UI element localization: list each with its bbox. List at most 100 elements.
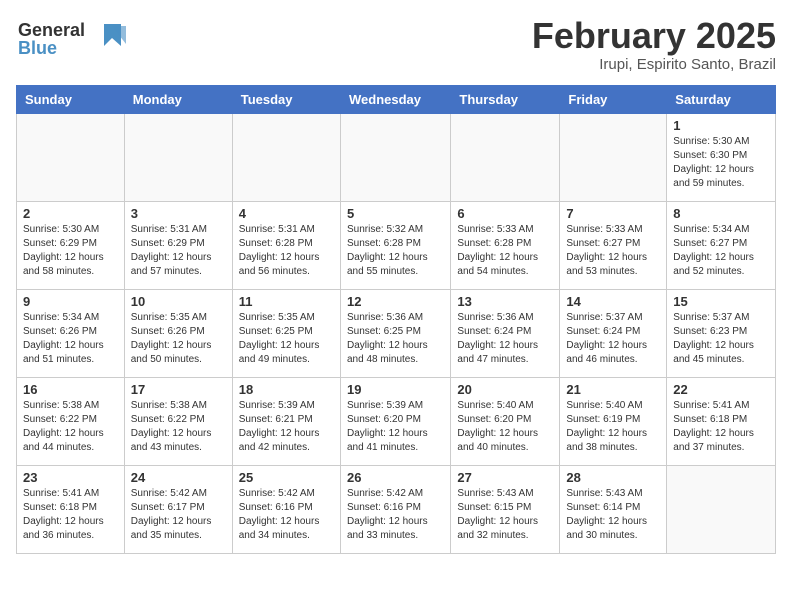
day-cell: 8 Sunrise: 5:34 AM Sunset: 6:27 PM Daylig… [667, 201, 776, 289]
title-block: February 2025 Irupi, Espirito Santo, Bra… [532, 16, 776, 73]
day-cell: 11 Sunrise: 5:35 AM Sunset: 6:25 PM Dayli… [232, 289, 340, 377]
day-header-wednesday: Wednesday [340, 85, 450, 113]
day-number: 12 [347, 294, 444, 309]
day-cell: 26 Sunrise: 5:42 AM Sunset: 6:16 PM Dayli… [340, 465, 450, 553]
calendar-title: February 2025 [532, 16, 776, 56]
day-cell: 27 Sunrise: 5:43 AM Sunset: 6:15 PM Dayli… [451, 465, 560, 553]
day-number: 24 [131, 470, 226, 485]
day-header-tuesday: Tuesday [232, 85, 340, 113]
day-number: 14 [566, 294, 660, 309]
day-cell [451, 113, 560, 201]
logo-block: General Blue [16, 16, 136, 65]
day-number: 18 [239, 382, 334, 397]
day-cell: 6Sunrise: 5:33 AM Sunset: 6:28 PM Daylig… [451, 201, 560, 289]
day-info: Sunrise: 5:38 AM Sunset: 6:22 PM Dayligh… [23, 399, 118, 455]
day-cell: 23 Sunrise: 5:41 AM Sunset: 6:18 PM Dayli… [17, 465, 125, 553]
day-cell: 17 Sunrise: 5:38 AM Sunset: 6:22 PM Dayli… [124, 377, 232, 465]
page: General Blue February 2025 Irupi, Espiri… [0, 0, 792, 570]
calendar-table: SundayMondayTuesdayWednesdayThursdayFrid… [16, 85, 776, 554]
day-number: 28 [566, 470, 660, 485]
day-info: Sunrise: 5:32 AM Sunset: 6:28 PM Dayligh… [347, 223, 444, 279]
day-number: 10 [131, 294, 226, 309]
day-cell: 3 Sunrise: 5:31 AM Sunset: 6:29 PM Daylig… [124, 201, 232, 289]
header-row: SundayMondayTuesdayWednesdayThursdayFrid… [17, 85, 776, 113]
day-number: 8 [673, 206, 769, 221]
day-info: Sunrise: 5:36 AM Sunset: 6:25 PM Dayligh… [347, 311, 444, 367]
day-number: 22 [673, 382, 769, 397]
day-info: Sunrise: 5:43 AM Sunset: 6:15 PM Dayligh… [457, 487, 553, 543]
day-header-thursday: Thursday [451, 85, 560, 113]
day-number: 5 [347, 206, 444, 221]
day-info: Sunrise: 5:30 AM Sunset: 6:29 PM Dayligh… [23, 223, 118, 279]
day-number: 7 [566, 206, 660, 221]
day-number: 23 [23, 470, 118, 485]
day-info: Sunrise: 5:31 AM Sunset: 6:29 PM Dayligh… [131, 223, 226, 279]
week-row-3: 16 Sunrise: 5:38 AM Sunset: 6:22 PM Dayli… [17, 377, 776, 465]
day-cell: 5 Sunrise: 5:32 AM Sunset: 6:28 PM Daylig… [340, 201, 450, 289]
day-header-friday: Friday [560, 85, 667, 113]
calendar-subtitle: Irupi, Espirito Santo, Brazil [532, 56, 776, 73]
day-cell: 25Sunrise: 5:42 AM Sunset: 6:16 PM Dayli… [232, 465, 340, 553]
day-number: 17 [131, 382, 226, 397]
day-cell [340, 113, 450, 201]
svg-text:Blue: Blue [18, 38, 57, 58]
day-info: Sunrise: 5:35 AM Sunset: 6:26 PM Dayligh… [131, 311, 226, 367]
day-cell: 1Sunrise: 5:30 AM Sunset: 6:30 PM Daylig… [667, 113, 776, 201]
day-info: Sunrise: 5:42 AM Sunset: 6:16 PM Dayligh… [347, 487, 444, 543]
day-cell: 9 Sunrise: 5:34 AM Sunset: 6:26 PM Daylig… [17, 289, 125, 377]
header: General Blue February 2025 Irupi, Espiri… [16, 16, 776, 73]
day-number: 4 [239, 206, 334, 221]
day-number: 13 [457, 294, 553, 309]
day-info: Sunrise: 5:30 AM Sunset: 6:30 PM Dayligh… [673, 135, 769, 191]
day-cell [560, 113, 667, 201]
day-number: 21 [566, 382, 660, 397]
day-cell [17, 113, 125, 201]
day-info: Sunrise: 5:35 AM Sunset: 6:25 PM Dayligh… [239, 311, 334, 367]
day-number: 27 [457, 470, 553, 485]
day-info: Sunrise: 5:39 AM Sunset: 6:20 PM Dayligh… [347, 399, 444, 455]
day-cell: 18 Sunrise: 5:39 AM Sunset: 6:21 PM Dayli… [232, 377, 340, 465]
day-cell: 15 Sunrise: 5:37 AM Sunset: 6:23 PM Dayli… [667, 289, 776, 377]
day-info: Sunrise: 5:36 AM Sunset: 6:24 PM Dayligh… [457, 311, 553, 367]
day-cell: 12 Sunrise: 5:36 AM Sunset: 6:25 PM Dayli… [340, 289, 450, 377]
day-number: 3 [131, 206, 226, 221]
day-number: 16 [23, 382, 118, 397]
day-info: Sunrise: 5:37 AM Sunset: 6:24 PM Dayligh… [566, 311, 660, 367]
day-cell: 4 Sunrise: 5:31 AM Sunset: 6:28 PM Daylig… [232, 201, 340, 289]
week-row-0: 1Sunrise: 5:30 AM Sunset: 6:30 PM Daylig… [17, 113, 776, 201]
logo: General Blue [16, 16, 136, 65]
day-cell: 22Sunrise: 5:41 AM Sunset: 6:18 PM Dayli… [667, 377, 776, 465]
day-number: 19 [347, 382, 444, 397]
day-cell: 16 Sunrise: 5:38 AM Sunset: 6:22 PM Dayli… [17, 377, 125, 465]
day-info: Sunrise: 5:31 AM Sunset: 6:28 PM Dayligh… [239, 223, 334, 279]
day-info: Sunrise: 5:33 AM Sunset: 6:27 PM Dayligh… [566, 223, 660, 279]
week-row-1: 2Sunrise: 5:30 AM Sunset: 6:29 PM Daylig… [17, 201, 776, 289]
day-info: Sunrise: 5:34 AM Sunset: 6:27 PM Dayligh… [673, 223, 769, 279]
day-cell: 7 Sunrise: 5:33 AM Sunset: 6:27 PM Daylig… [560, 201, 667, 289]
day-cell: 14 Sunrise: 5:37 AM Sunset: 6:24 PM Dayli… [560, 289, 667, 377]
day-number: 15 [673, 294, 769, 309]
day-info: Sunrise: 5:40 AM Sunset: 6:19 PM Dayligh… [566, 399, 660, 455]
day-number: 11 [239, 294, 334, 309]
day-cell [232, 113, 340, 201]
day-header-sunday: Sunday [17, 85, 125, 113]
day-cell [124, 113, 232, 201]
day-info: Sunrise: 5:37 AM Sunset: 6:23 PM Dayligh… [673, 311, 769, 367]
svg-text:General: General [18, 20, 85, 40]
day-info: Sunrise: 5:41 AM Sunset: 6:18 PM Dayligh… [23, 487, 118, 543]
day-cell: 21 Sunrise: 5:40 AM Sunset: 6:19 PM Dayli… [560, 377, 667, 465]
day-cell: 13 Sunrise: 5:36 AM Sunset: 6:24 PM Dayli… [451, 289, 560, 377]
day-info: Sunrise: 5:34 AM Sunset: 6:26 PM Dayligh… [23, 311, 118, 367]
day-number: 26 [347, 470, 444, 485]
week-row-4: 23 Sunrise: 5:41 AM Sunset: 6:18 PM Dayli… [17, 465, 776, 553]
day-number: 25 [239, 470, 334, 485]
week-row-2: 9 Sunrise: 5:34 AM Sunset: 6:26 PM Daylig… [17, 289, 776, 377]
day-info: Sunrise: 5:38 AM Sunset: 6:22 PM Dayligh… [131, 399, 226, 455]
day-cell: 28Sunrise: 5:43 AM Sunset: 6:14 PM Dayli… [560, 465, 667, 553]
day-info: Sunrise: 5:33 AM Sunset: 6:28 PM Dayligh… [457, 223, 553, 279]
day-info: Sunrise: 5:39 AM Sunset: 6:21 PM Dayligh… [239, 399, 334, 455]
day-number: 20 [457, 382, 553, 397]
day-info: Sunrise: 5:42 AM Sunset: 6:17 PM Dayligh… [131, 487, 226, 543]
day-header-saturday: Saturday [667, 85, 776, 113]
day-number: 9 [23, 294, 118, 309]
